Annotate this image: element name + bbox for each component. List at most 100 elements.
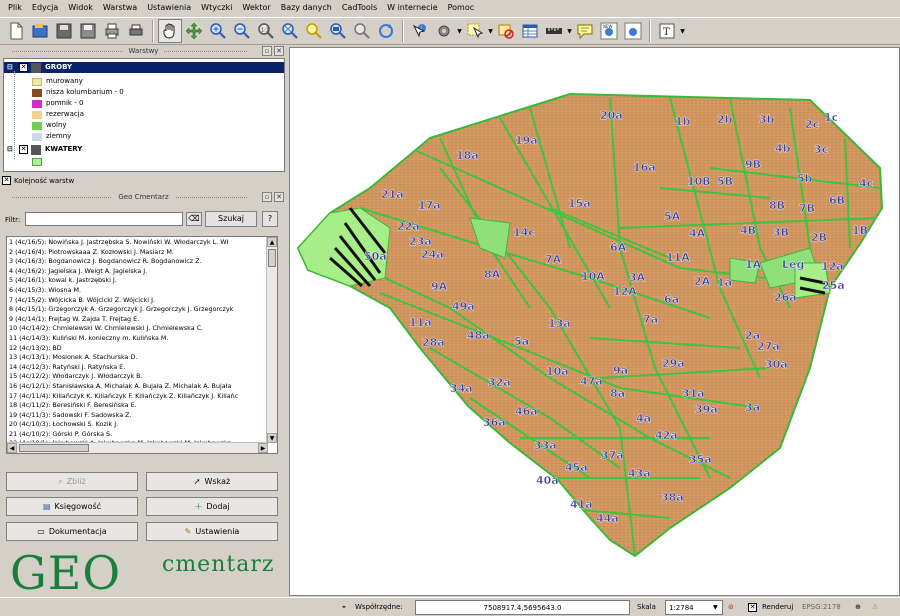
section-label[interactable]: 32a: [488, 376, 511, 389]
section-label[interactable]: 10A: [581, 270, 606, 283]
grave-list-item[interactable]: 4 (4c/16/2): Jagielska J. Weigt A. Jagie…: [9, 267, 267, 277]
close-icon[interactable]: ✕: [274, 46, 284, 56]
section-label[interactable]: 6a: [664, 293, 679, 306]
layer-groby[interactable]: ⊟ ✕ GROBY: [4, 62, 284, 73]
float-panel-icon[interactable]: ▫: [262, 192, 272, 202]
section-label[interactable]: 28a: [422, 336, 445, 349]
grave-list-item[interactable]: 7 (4c/15/2): Wójcicka B. Wójcicki Z. Wój…: [9, 296, 267, 306]
scroll-down-icon[interactable]: ▼: [267, 433, 277, 443]
pan-to-selection-icon[interactable]: [182, 19, 206, 43]
section-label[interactable]: 3c: [814, 143, 829, 156]
grave-list-item[interactable]: 3 (4c/16/3): Bogdanowicz J. Bogdanowicz …: [9, 257, 267, 267]
grave-list-item[interactable]: 5 (4c/16/1): kowal k. Jastrzębski J.: [9, 276, 267, 286]
section-label[interactable]: 2A: [694, 275, 711, 288]
menu-plugins[interactable]: Wtyczki: [196, 0, 237, 16]
section-label[interactable]: 1B: [852, 224, 868, 237]
crs-status[interactable]: EPSG:2178: [802, 600, 841, 615]
section-label[interactable]: 2c: [805, 118, 820, 131]
section-label[interactable]: 4B: [740, 224, 756, 237]
section-label[interactable]: 43a: [628, 467, 651, 480]
text-annotation-icon[interactable]: T: [655, 19, 679, 43]
section-label[interactable]: 27a: [757, 340, 780, 353]
section-label[interactable]: 10a: [546, 365, 569, 378]
layer-order-toggle[interactable]: ✕ Kolejność warstw: [2, 176, 74, 185]
new-bookmark-icon[interactable]: NEW: [597, 19, 621, 43]
section-label[interactable]: 7A: [545, 253, 562, 266]
section-label[interactable]: 17a: [418, 199, 441, 212]
gear-icon[interactable]: [432, 19, 456, 43]
zoom-to-grave-button[interactable]: ⌕ Zbliż: [6, 472, 138, 491]
scroll-right-icon[interactable]: ▶: [258, 443, 268, 453]
section-label[interactable]: 5A: [664, 210, 681, 223]
section-label[interactable]: 7a: [643, 313, 658, 326]
render-checkbox[interactable]: ✕: [748, 603, 757, 612]
section-label[interactable]: 15a: [568, 197, 591, 210]
help-icon[interactable]: ?: [262, 211, 278, 227]
grave-list-item[interactable]: 8 (4c/15/1): Grzegorczyk A. Grzegorczyk …: [9, 305, 267, 315]
menu-web[interactable]: W internecie: [382, 0, 443, 16]
section-label[interactable]: 1c: [824, 111, 839, 124]
section-label[interactable]: 3B: [773, 226, 789, 239]
menu-file[interactable]: Plik: [3, 0, 27, 16]
warning-icon[interactable]: ⚠: [868, 600, 882, 615]
scroll-up-icon[interactable]: ▲: [267, 237, 277, 247]
select-features-icon[interactable]: [463, 19, 487, 43]
section-label[interactable]: 10B: [687, 175, 711, 188]
section-label[interactable]: 12a: [821, 260, 844, 273]
section-label[interactable]: 5b: [797, 172, 813, 185]
section-label[interactable]: 1b: [675, 115, 691, 128]
add-button[interactable]: ＋ Dodaj: [146, 497, 278, 516]
section-label[interactable]: Leg: [782, 258, 805, 271]
section-label[interactable]: 19a: [515, 134, 538, 147]
section-label[interactable]: 14c: [513, 226, 535, 239]
grave-list-item[interactable]: 9 (4c/14/1): Frejtag W. Zajda T. Frejtag…: [9, 315, 267, 325]
section-label[interactable]: 25a: [822, 279, 845, 292]
section-label[interactable]: 6B: [829, 194, 845, 207]
grave-list-item[interactable]: 10 (4c/14/2): Chmielewski W. Chmielewski…: [9, 324, 267, 334]
section-label[interactable]: 31a: [682, 387, 705, 400]
section-label[interactable]: 12A: [613, 285, 638, 298]
section-label[interactable]: 4A: [689, 227, 706, 240]
section-label[interactable]: 3A: [629, 271, 646, 284]
coordinate-toggle-icon[interactable]: ⌖: [337, 600, 351, 615]
grave-list-item[interactable]: 20 (4c/10/3): Łochowski S. Kozik J.: [9, 420, 267, 430]
section-label[interactable]: 44a: [596, 512, 619, 525]
section-label[interactable]: 5a: [514, 335, 529, 348]
layer-visibility-checkbox[interactable]: ✕: [19, 63, 28, 72]
print-icon[interactable]: [124, 19, 148, 43]
documentation-button[interactable]: ▭ Dokumentacja: [6, 522, 138, 541]
section-label[interactable]: 20a: [600, 109, 623, 122]
scroll-thumb[interactable]: [268, 249, 276, 267]
section-label[interactable]: 29a: [662, 357, 685, 370]
layer-visibility-checkbox[interactable]: ✕: [19, 145, 28, 154]
chevron-down-icon[interactable]: ▼: [713, 600, 722, 615]
coordinate-value[interactable]: 7508917.4,5695643.0: [415, 600, 630, 615]
zoom-layer-icon[interactable]: [326, 19, 350, 43]
section-label[interactable]: 7B: [799, 202, 815, 215]
section-label[interactable]: 22a: [397, 220, 420, 233]
section-label[interactable]: 45a: [565, 461, 588, 474]
grave-list-item[interactable]: 13 (4c/13/1): Mosionek A. Stachurska D.: [9, 353, 267, 363]
save-as-icon[interactable]: [76, 19, 100, 43]
cemetery-map[interactable]: 20a 1b 2b 3b 2c 1c 19a 18a 16a 4b 3c 9B 10B 5B 5b 4c 21a…: [290, 48, 900, 596]
pan-hand-icon[interactable]: [158, 19, 182, 43]
menu-view[interactable]: Widok: [63, 0, 98, 16]
grave-list-item[interactable]: 18 (4c/11/2): Beresiński F. Beresińska E…: [9, 401, 267, 411]
menu-database[interactable]: Bazy danych: [276, 0, 337, 16]
section-label[interactable]: 41a: [570, 498, 593, 511]
section-label[interactable]: 5B: [717, 175, 733, 188]
horizontal-scrollbar[interactable]: ◀ ▶: [7, 442, 268, 453]
clear-filter-icon[interactable]: ⌫: [186, 212, 202, 226]
section-label[interactable]: 4b: [775, 142, 791, 155]
section-label[interactable]: 40a: [536, 474, 559, 487]
grave-list-item[interactable]: 11 (4c/14/3): Kuliński M. konieczny m. K…: [9, 334, 267, 344]
section-label[interactable]: 2a: [745, 329, 760, 342]
menu-vector[interactable]: Wektor: [237, 0, 275, 16]
section-label[interactable]: 11a: [409, 316, 432, 329]
grave-list-item[interactable]: 15 (4c/12/2): Włodarczyk J. Włodarczyk B…: [9, 372, 267, 382]
section-label[interactable]: 18a: [456, 149, 479, 162]
menu-layer[interactable]: Warstwa: [98, 0, 142, 16]
section-label[interactable]: 4a: [636, 412, 651, 425]
section-label[interactable]: 36a: [483, 416, 506, 429]
map-canvas[interactable]: 20a 1b 2b 3b 2c 1c 19a 18a 16a 4b 3c 9B 10B 5B 5b 4c 21a…: [289, 47, 900, 596]
